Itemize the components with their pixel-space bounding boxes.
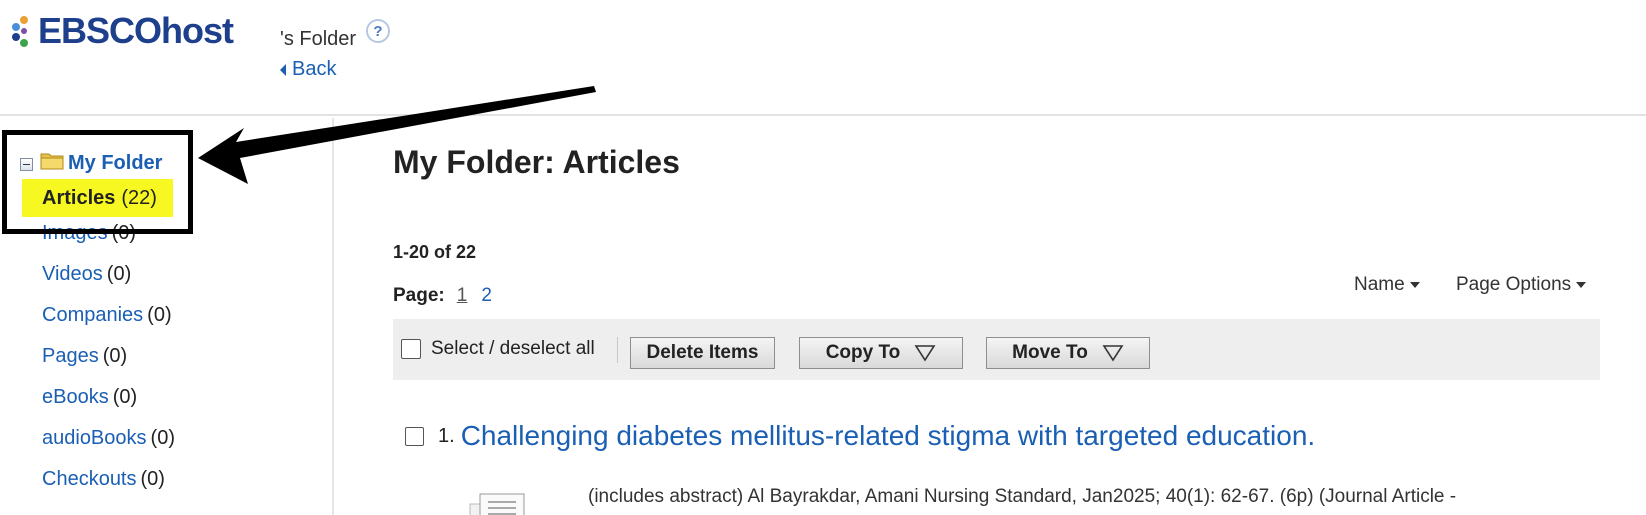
- toolbar-divider: [617, 337, 618, 363]
- sidebar-item-label[interactable]: Checkouts: [42, 468, 137, 490]
- sidebar-item-label[interactable]: Videos: [42, 263, 103, 285]
- sidebar-item-companies[interactable]: Companies (0): [42, 304, 172, 327]
- result-item: 1. Challenging diabetes mellitus-related…: [405, 420, 1315, 452]
- dropdown-triangle-icon: [1102, 345, 1124, 362]
- sort-label: Name: [1354, 274, 1405, 295]
- sidebar-item-count: (0): [106, 263, 132, 285]
- sort-by-name-dropdown[interactable]: Name: [1354, 274, 1420, 296]
- result-range: 1-20 of 22: [393, 242, 477, 262]
- sidebar-item-checkouts[interactable]: Checkouts (0): [42, 468, 165, 491]
- copy-to-button[interactable]: Copy To: [799, 337, 963, 369]
- sidebar-item-ebooks[interactable]: eBooks (0): [42, 386, 137, 409]
- copy-to-label: Copy To: [825, 342, 901, 363]
- ebsco-logo-icon: [12, 16, 28, 47]
- back-link[interactable]: Back: [280, 58, 336, 81]
- document-thumbnail-icon: [469, 493, 525, 515]
- select-all-checkbox[interactable]: [401, 339, 421, 359]
- sidebar-item-label[interactable]: audioBooks: [42, 427, 147, 449]
- page-label: Page:: [393, 285, 445, 306]
- result-title-link[interactable]: Challenging diabetes mellitus-related st…: [461, 420, 1316, 452]
- folder-owner-label: 's Folder: [280, 28, 357, 50]
- logo-text: EBSCOhost: [38, 10, 234, 51]
- sidebar-item-label[interactable]: eBooks: [42, 386, 109, 408]
- move-to-button[interactable]: Move To: [986, 337, 1150, 369]
- page-1-current: 1: [456, 285, 468, 306]
- sidebar-item-label[interactable]: Companies: [42, 304, 143, 326]
- ebsco-logo[interactable]: EBSCOhost: [10, 10, 234, 52]
- sidebar-item-count: (0): [150, 427, 175, 449]
- back-caret-icon: [280, 63, 286, 76]
- dropdown-caret-icon: [1576, 282, 1587, 288]
- dropdown-triangle-icon: [914, 345, 936, 362]
- folder-toolbar: Select / deselect all Delete Items Copy …: [393, 319, 1600, 380]
- sidebar-item-videos[interactable]: Videos (0): [42, 263, 131, 286]
- select-all-toggle[interactable]: Select / deselect all: [401, 338, 595, 360]
- sidebar-item-count: (0): [147, 304, 172, 326]
- dropdown-caret-icon: [1409, 282, 1420, 288]
- result-select-checkbox[interactable]: [405, 426, 424, 446]
- page-options-label: Page Options: [1456, 274, 1572, 295]
- page-2-link[interactable]: 2: [481, 285, 492, 307]
- sidebar-item-pages[interactable]: Pages (0): [42, 345, 127, 368]
- result-number: 1.: [438, 424, 455, 447]
- delete-items-button[interactable]: Delete Items: [630, 337, 775, 369]
- page-title: My Folder: Articles: [393, 144, 680, 180]
- annotation-highlight-box: [2, 130, 193, 234]
- sidebar-item-audiobooks[interactable]: audioBooks (0): [42, 427, 175, 450]
- sidebar-item-count: (0): [102, 345, 128, 367]
- move-to-label: Move To: [1012, 342, 1088, 363]
- help-icon[interactable]: ?: [366, 19, 390, 43]
- sidebar-item-label[interactable]: Pages: [42, 345, 99, 367]
- pagination: Page: 1 2: [393, 285, 492, 307]
- result-metadata: (includes abstract) Al Bayrakdar, Amani …: [588, 486, 1457, 507]
- page-options-dropdown[interactable]: Page Options: [1456, 274, 1587, 296]
- sidebar-item-count: (0): [140, 468, 165, 490]
- select-all-label: Select / deselect all: [431, 338, 595, 359]
- back-label: Back: [292, 58, 337, 80]
- sidebar-item-count: (0): [112, 386, 138, 408]
